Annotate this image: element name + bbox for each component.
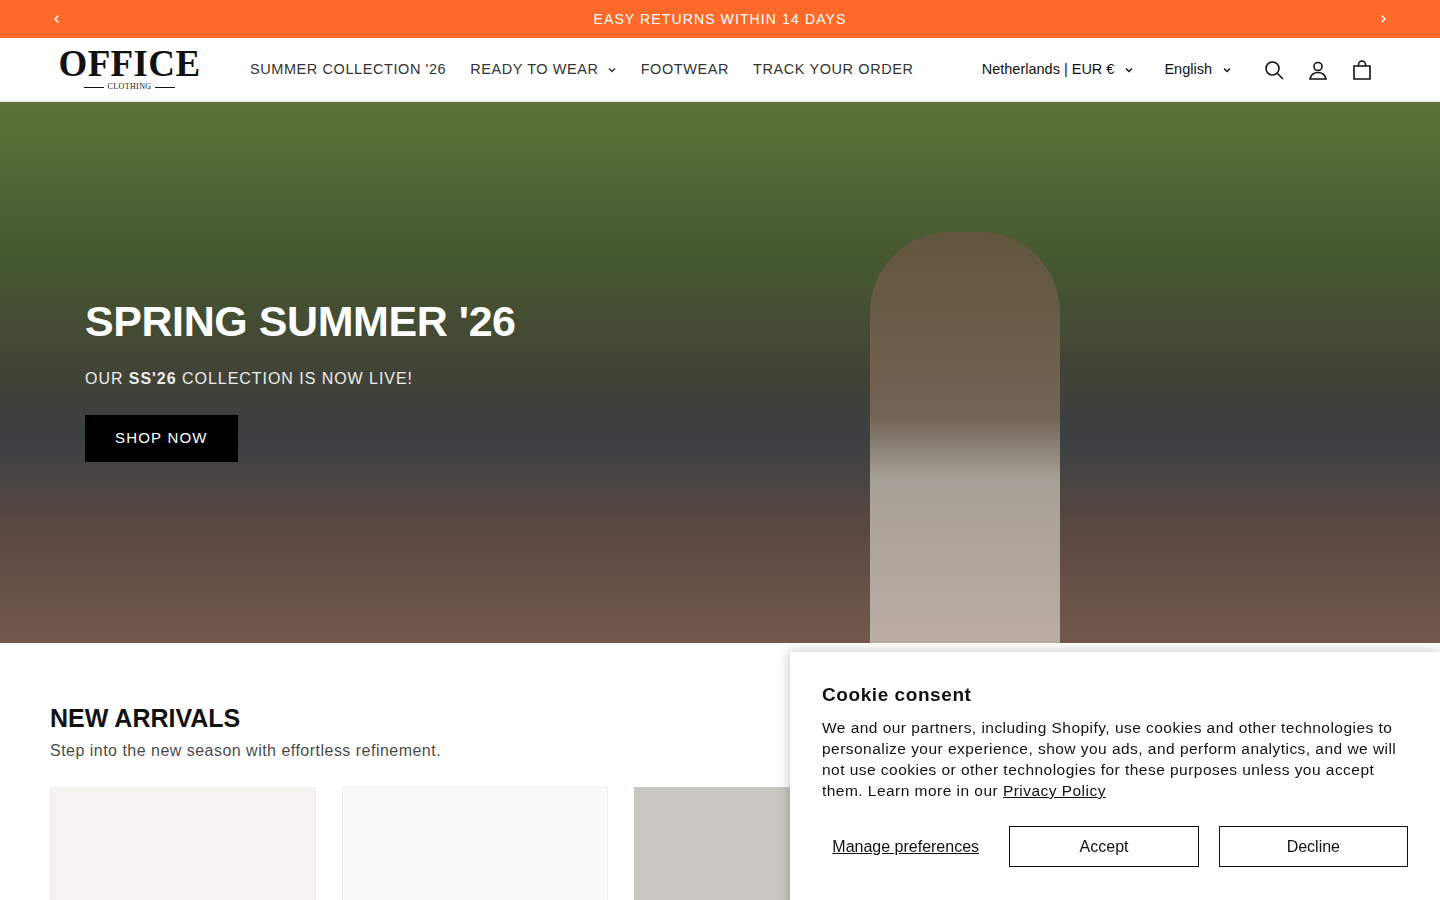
chevron-right-icon[interactable] xyxy=(1376,12,1390,26)
logo-rule xyxy=(155,87,175,88)
hero-content: SPRING SUMMER '26 OUR SS'26 COLLECTION IS… xyxy=(0,102,1440,462)
cookie-text: We and our partners, including Shopify, … xyxy=(822,717,1412,801)
product-card[interactable] xyxy=(342,787,608,900)
chevron-down-icon xyxy=(607,65,617,75)
nav-item[interactable]: TRACK YOUR ORDER xyxy=(753,59,913,81)
language-selector[interactable]: English xyxy=(1164,59,1232,81)
nav-label: FOOTWEAR xyxy=(641,59,729,81)
account-icon[interactable] xyxy=(1296,48,1340,92)
cookie-button[interactable]: Accept xyxy=(1009,826,1198,867)
hero-subtitle-part: SS'26 xyxy=(129,370,177,387)
country-label: Netherlands | EUR € xyxy=(982,59,1115,81)
cookie-title: Cookie consent xyxy=(822,683,1408,707)
logo-subtitle-row: CLOTHING xyxy=(84,82,174,92)
country-selector[interactable]: Netherlands | EUR € xyxy=(982,59,1135,81)
manage-preferences-link[interactable]: Manage preferences xyxy=(822,835,989,859)
nav-item[interactable]: READY TO WEAR xyxy=(470,59,616,81)
hero-title: SPRING SUMMER '26 xyxy=(85,297,516,345)
chevron-left-icon[interactable] xyxy=(50,12,64,26)
logo-subtitle: CLOTHING xyxy=(107,82,151,92)
hero-subtitle: OUR SS'26 COLLECTION IS NOW LIVE! xyxy=(85,367,413,391)
language-label: English xyxy=(1164,59,1212,81)
logo-title: OFFICE xyxy=(59,47,201,81)
product-card[interactable] xyxy=(50,787,316,900)
logo[interactable]: OFFICECLOTHING xyxy=(57,47,202,92)
announcement-bar: EASY RETURNS WITHIN 14 DAYS xyxy=(0,0,1440,38)
cookie-banner: Cookie consent We and our partners, inclu… xyxy=(790,652,1440,900)
hero-figure xyxy=(870,232,1060,643)
logo-rule xyxy=(84,87,104,88)
privacy-policy-link[interactable]: Privacy Policy xyxy=(1003,782,1106,799)
search-icon[interactable] xyxy=(1252,48,1296,92)
nav-label: SUMMER COLLECTION '26 xyxy=(250,59,446,81)
cart-icon[interactable] xyxy=(1340,48,1384,92)
header-tools: Netherlands | EUR € English xyxy=(982,48,1384,92)
nav-label: READY TO WEAR xyxy=(470,59,598,81)
site-header: OFFICECLOTHING SUMMER COLLECTION '26 READY… xyxy=(0,38,1440,102)
hero-subtitle-part: COLLECTION IS NOW LIVE! xyxy=(177,370,413,387)
nav-item[interactable]: FOOTWEAR xyxy=(641,59,729,81)
hero-banner: SPRING SUMMER '26 OUR SS'26 COLLECTION IS… xyxy=(0,102,1440,643)
cookie-body: We and our partners, including Shopify, … xyxy=(822,719,1396,799)
cookie-button[interactable]: Decline xyxy=(1219,826,1408,867)
announcement-text: EASY RETURNS WITHIN 14 DAYS xyxy=(594,9,847,30)
cookie-actions: Manage preferences Accept Decline xyxy=(822,826,1408,867)
chevron-down-icon xyxy=(1124,65,1134,75)
hero-subtitle-part: OUR xyxy=(85,370,129,387)
main-nav: SUMMER COLLECTION '26 READY TO WEAR FOOTWE… xyxy=(250,59,914,81)
chevron-down-icon xyxy=(1222,65,1232,75)
nav-item[interactable]: SUMMER COLLECTION '26 xyxy=(250,59,446,81)
nav-label: TRACK YOUR ORDER xyxy=(753,59,913,81)
shop-now-button[interactable]: SHOP NOW xyxy=(85,415,238,462)
